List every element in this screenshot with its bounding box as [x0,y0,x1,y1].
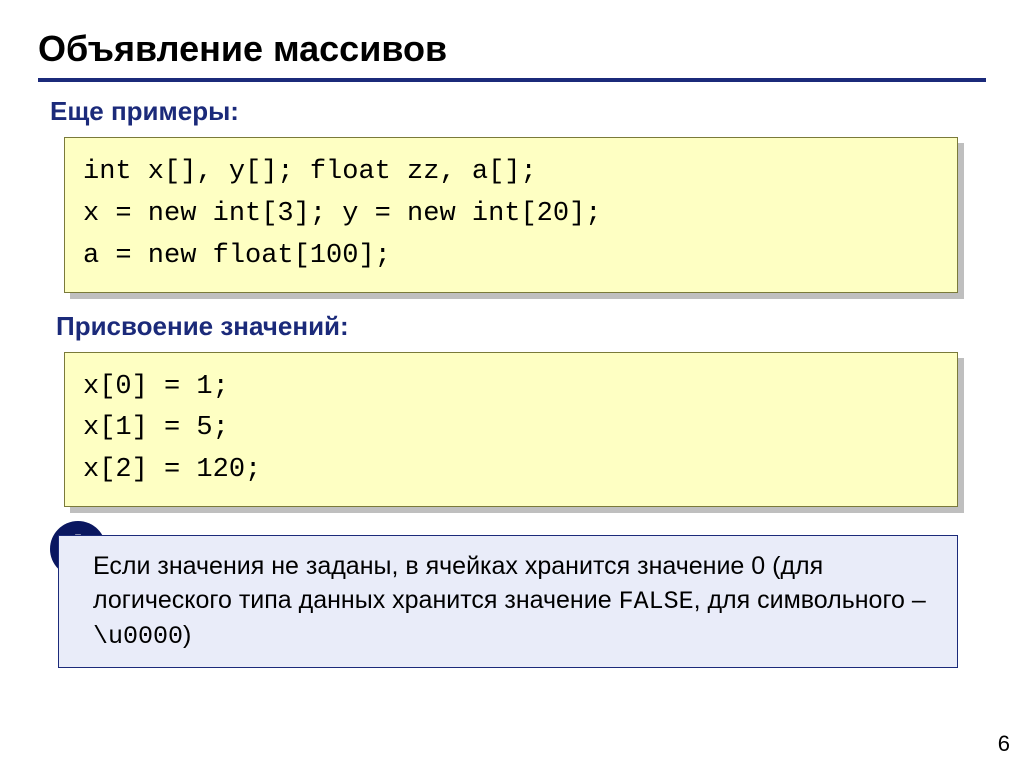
note-mono-false: FALSE [619,587,694,616]
note-text-part3: ) [183,621,191,649]
note-box: Если значения не заданы, в ячейках храни… [58,535,958,668]
section-heading-examples: Еще примеры: [50,96,986,127]
note-box-wrap: ! Если значения не заданы, в ячейках хра… [58,535,958,668]
code-block-2: x[0] = 1; x[1] = 5; x[2] = 120; [64,352,958,508]
page-number: 6 [998,731,1010,757]
section-heading-assignment: Присвоение значений: [56,311,986,342]
code-block-2-wrap: x[0] = 1; x[1] = 5; x[2] = 120; [64,352,958,508]
title-underline [38,78,986,82]
code-block-1-wrap: int x[], y[]; float zz, a[]; x = new int… [64,137,958,293]
slide: Объявление массивов Еще примеры: int x[]… [0,0,1024,680]
code-block-1: int x[], y[]; float zz, a[]; x = new int… [64,137,958,293]
page-title: Объявление массивов [38,28,986,70]
note-mono-u0000: \u0000 [93,622,183,651]
note-text-part2: , для символьного – [694,586,926,614]
